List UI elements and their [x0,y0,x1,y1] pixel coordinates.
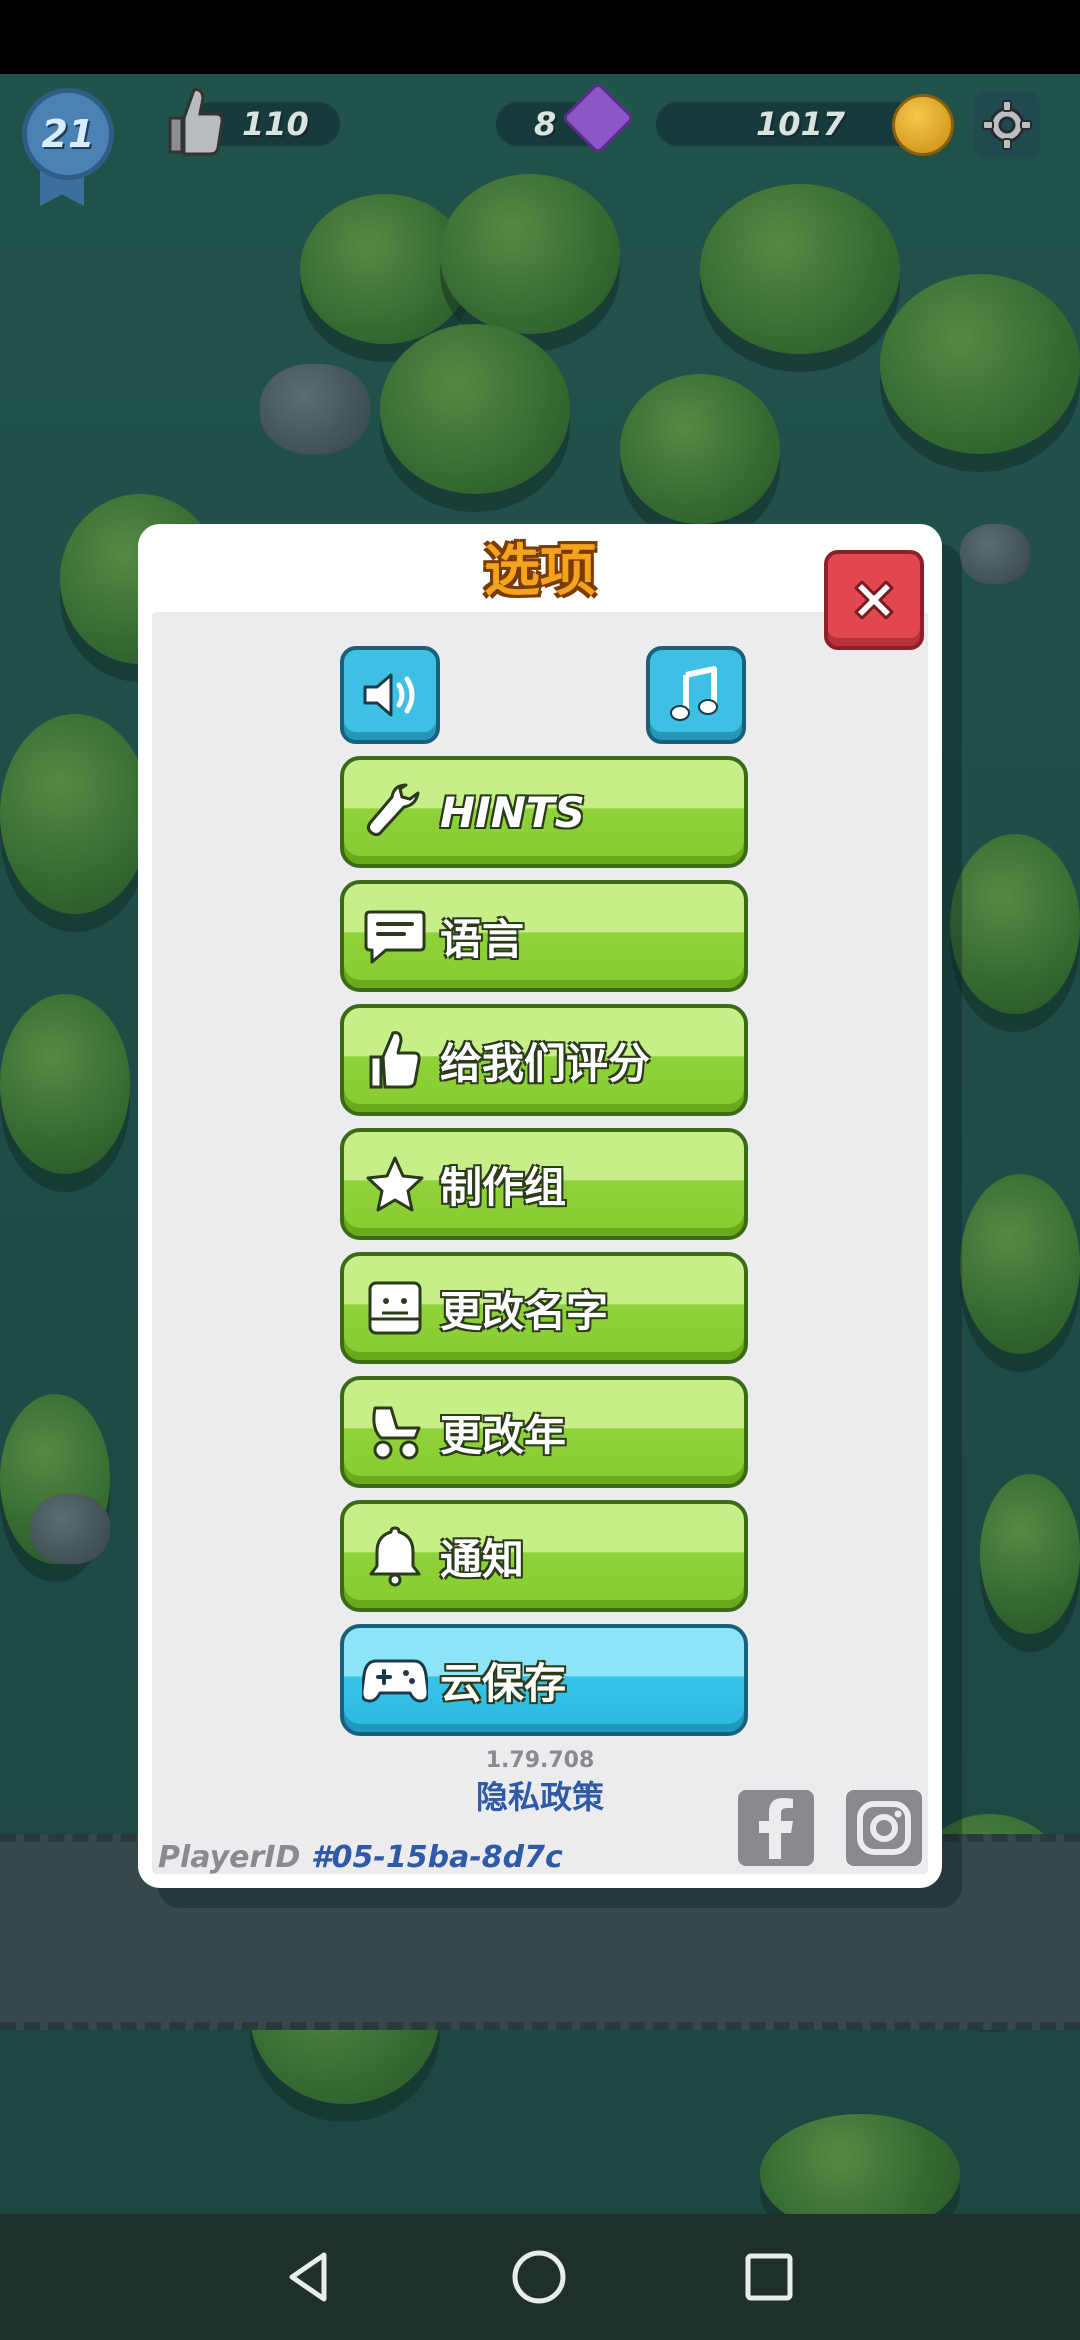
chat-bubble-icon [358,899,432,973]
close-x-icon [854,580,894,620]
change-name-button[interactable]: 更改名字 [340,1252,748,1364]
cloud-save-label: 云保存 [440,1658,567,1708]
recents-square-icon [745,2253,793,2301]
music-toggle-button[interactable] [646,646,746,744]
facebook-button[interactable] [738,1790,814,1866]
coins-counter: 1017 [656,102,926,146]
hints-button[interactable]: HINTS [340,756,748,868]
player-id-label: PlayerID [158,1840,301,1875]
stroller-icon [358,1395,432,1469]
credits-label: 制作组 [440,1162,567,1212]
bell-icon [358,1519,432,1593]
instagram-icon [857,1801,911,1855]
privacy-policy-link[interactable]: 隐私政策 [340,1772,740,1818]
facebook-icon [759,1798,793,1859]
settings-button[interactable] [974,92,1040,158]
rate-us-label: 给我们评分 [440,1038,651,1088]
level-badge[interactable]: 21 [22,88,114,180]
hud-bar: 21 110 8 1017 [0,78,1080,206]
gear-icon [982,100,1032,150]
system-navigation-bar [0,2214,1080,2340]
sound-toggle-button[interactable] [340,646,440,744]
close-button[interactable] [824,550,924,650]
wrench-icon [358,775,432,849]
notifications-button[interactable]: 通知 [340,1500,748,1612]
change-age-button[interactable]: 更改年 [340,1376,748,1488]
instagram-button[interactable] [846,1790,922,1866]
player-id: PlayerID #05-15ba-8d7c [158,1840,563,1875]
version-text: 1.79.708 [485,1748,595,1773]
gems-value: 8 [534,105,557,143]
cloud-save-button[interactable]: 云保存 [340,1624,748,1736]
level-number: 21 [41,112,95,156]
likes-value: 110 [242,105,309,143]
change-age-label: 更改年 [440,1410,567,1460]
thumbs-up-icon [162,82,224,160]
recents-button[interactable] [736,2244,802,2310]
thumbs-up-icon [358,1023,432,1097]
notifications-label: 通知 [440,1534,525,1584]
star-icon [358,1147,432,1221]
coins-value: 1017 [756,105,846,143]
credits-button[interactable]: 制作组 [340,1128,748,1240]
speaker-icon [363,673,415,717]
gold-coin-icon [892,94,954,156]
back-triangle-icon [289,2252,327,2302]
home-button[interactable] [506,2244,572,2310]
language-label: 语言 [440,914,525,964]
back-button[interactable] [276,2244,342,2310]
music-note-icon [670,666,718,721]
rate-us-button[interactable]: 给我们评分 [340,1004,748,1116]
change-name-label: 更改名字 [440,1286,609,1336]
player-id-value: #05-15ba-8d7c [310,1840,563,1875]
language-button[interactable]: 语言 [340,880,748,992]
status-bar [0,0,1080,74]
name-card-icon [358,1271,432,1345]
dialog-title: 选项 [484,539,596,604]
hints-label: HINTS [440,787,585,837]
gamepad-icon [358,1643,432,1717]
home-circle-icon [512,2250,566,2304]
